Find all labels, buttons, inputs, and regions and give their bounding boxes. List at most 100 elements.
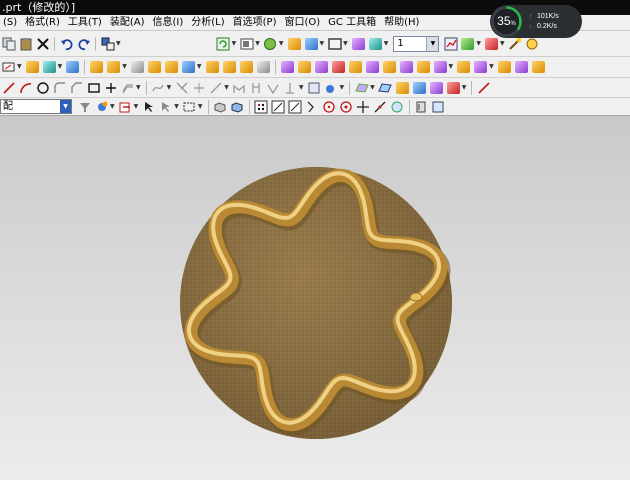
measure-icon[interactable] [476,80,491,95]
wand-icon[interactable] [508,36,523,51]
trim-body-icon[interactable] [382,60,397,75]
profile-end-cap[interactable] [409,292,423,302]
chevron-down-icon[interactable]: ▼ [167,83,172,93]
synchronous-icon[interactable] [531,60,546,75]
patch-icon[interactable] [514,60,529,75]
chevron-down-icon[interactable]: ▼ [17,62,22,72]
chevron-down-icon[interactable]: ▼ [426,36,439,51]
chevron-down-icon[interactable]: ▼ [340,83,345,93]
chevron-down-icon[interactable]: ▼ [174,102,179,112]
pad-icon[interactable] [164,60,179,75]
select-all-icon[interactable] [118,99,133,114]
selection-icon[interactable] [141,99,156,114]
feature-icon[interactable] [65,60,80,75]
chevron-down-icon[interactable]: ▼ [58,62,63,72]
tools-icon[interactable] [525,36,540,51]
work-view-icon[interactable] [351,36,366,51]
menu-item-information[interactable]: 信息(I) [150,15,189,30]
pocket-icon[interactable] [147,60,162,75]
view-frame-icon[interactable] [327,36,342,51]
chevron-down-icon[interactable]: ▼ [320,39,325,49]
model-scene[interactable] [0,116,630,480]
chamfer-icon[interactable] [69,80,84,95]
text-curve-icon[interactable] [266,80,281,95]
snap-icon[interactable] [94,99,109,114]
copy-icon[interactable] [1,36,16,51]
sketch-icon[interactable] [1,60,16,75]
face-filter-icon[interactable] [230,99,245,114]
menu-item-gc-toolkit[interactable]: GC 工具箱 [325,15,381,30]
view-list-icon[interactable] [431,99,446,114]
isoparametric-curve-icon[interactable] [283,80,298,95]
chevron-down-icon[interactable]: ▼ [343,39,348,49]
chevron-down-icon[interactable]: ▼ [255,39,260,49]
chevron-down-icon[interactable]: ▼ [462,83,467,93]
unite-icon[interactable] [222,60,237,75]
chevron-down-icon[interactable]: ▼ [489,62,494,72]
helix-icon[interactable] [249,80,264,95]
delete-icon[interactable] [35,36,50,51]
assembly-icon[interactable] [484,36,499,51]
circle-icon[interactable] [35,80,50,95]
paste-icon[interactable] [18,36,33,51]
thicken-icon[interactable] [473,60,488,75]
intersection-icon[interactable] [305,99,320,114]
command-finder-icon[interactable] [100,36,115,51]
split-body-icon[interactable] [399,60,414,75]
rectangle-icon[interactable] [86,80,101,95]
chevron-down-icon[interactable]: ▼ [449,62,454,72]
menu-item-help[interactable]: 帮助(H) [381,15,424,30]
graphics-viewport[interactable] [0,116,630,480]
offset-curve-icon[interactable] [120,80,135,95]
chevron-down-icon[interactable]: ▼ [60,100,71,113]
lasso-icon[interactable] [158,99,173,114]
menu-item-preferences[interactable]: 首选项(P) [230,15,282,30]
bridge-curve-icon[interactable] [232,80,247,95]
fillet-icon[interactable] [52,80,67,95]
edge-blend-icon[interactable] [280,60,295,75]
chevron-down-icon[interactable]: ▼ [198,102,203,112]
existing-point-icon[interactable] [356,99,371,114]
extrude-icon[interactable] [25,60,40,75]
curve-color-icon[interactable] [324,80,339,95]
undo-icon[interactable] [59,36,74,51]
chevron-down-icon[interactable]: ▼ [122,62,127,72]
hole-icon[interactable] [106,60,121,75]
emboss-icon[interactable] [497,60,512,75]
chevron-down-icon[interactable]: ▼ [384,39,389,49]
n-sided-surface-icon[interactable] [412,80,427,95]
menu-item-assemblies[interactable]: 装配(A) [107,15,150,30]
rectangle-select-icon[interactable] [182,99,197,114]
through-curves-icon[interactable] [378,80,393,95]
subtract-icon[interactable] [239,60,254,75]
surface-icon[interactable] [354,80,369,95]
swept-icon[interactable] [395,80,410,95]
type-filter-select[interactable]: 配 ▼ [0,99,72,114]
menu-item-edit[interactable]: (S) [0,15,22,30]
filter-icon[interactable] [77,99,92,114]
point-icon[interactable] [103,80,118,95]
analysis-icon[interactable] [443,36,458,51]
chevron-down-icon[interactable]: ▼ [279,39,284,49]
render-style-icon[interactable] [239,36,254,51]
chevron-down-icon[interactable]: ▼ [224,83,229,93]
chevron-down-icon[interactable]: ▼ [299,83,304,93]
menu-item-tools[interactable]: 工具(T) [65,15,107,30]
menu-item-format[interactable]: 格式(R) [22,15,65,30]
intersect-icon[interactable] [256,60,271,75]
chevron-down-icon[interactable]: ▼ [116,39,121,49]
chevron-down-icon[interactable]: ▼ [197,62,202,72]
orient-view-icon[interactable] [287,36,302,51]
trim-curve-icon[interactable] [174,80,189,95]
move-icon[interactable] [368,36,383,51]
refresh-icon[interactable] [216,36,231,51]
studio-surface-icon[interactable] [429,80,444,95]
point-on-face-icon[interactable] [390,99,405,114]
arc-center-icon[interactable] [322,99,337,114]
menu-item-analysis[interactable]: 分析(L) [188,15,229,30]
shading-sphere-icon[interactable] [263,36,278,51]
datum-icon[interactable] [42,60,57,75]
divide-curve-icon[interactable] [191,80,206,95]
extend-curve-icon[interactable] [208,80,223,95]
layer-settings-icon[interactable] [304,36,319,51]
